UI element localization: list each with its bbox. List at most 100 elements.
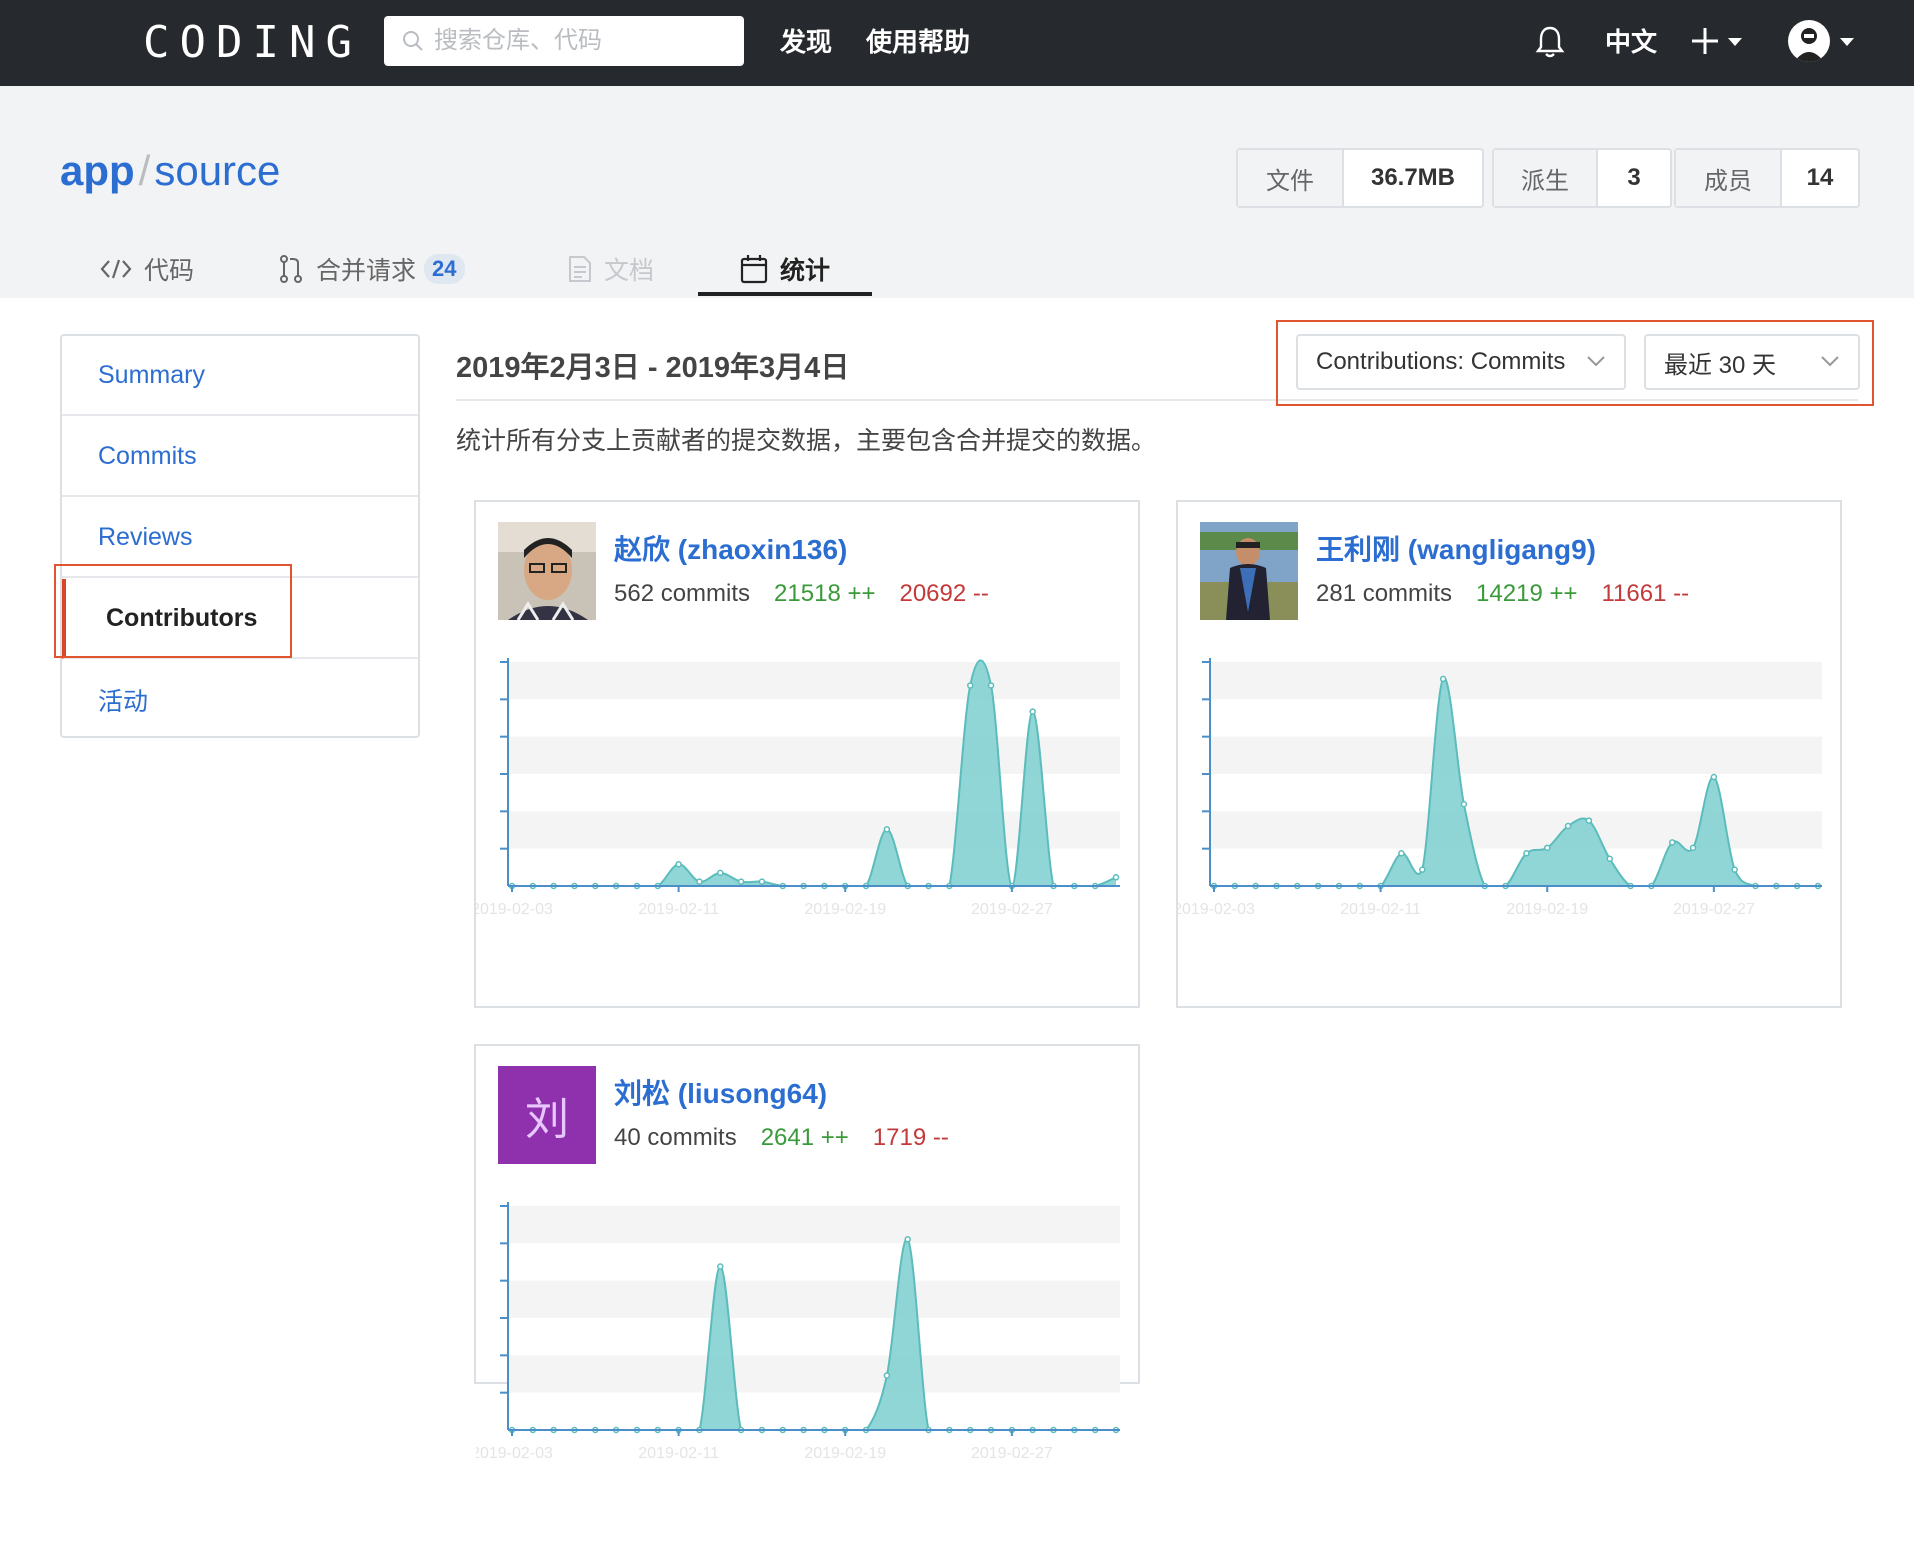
contributor-name[interactable]: 赵欣 (zhaoxin136): [614, 532, 847, 568]
tab-code[interactable]: 代码: [100, 244, 194, 294]
grid-band: [508, 1280, 1120, 1318]
data-point: [1564, 822, 1572, 830]
contributor-name[interactable]: 王利刚 (wangligang9): [1316, 532, 1596, 568]
code-icon: [100, 258, 132, 280]
highlight-box: [54, 564, 292, 658]
commit-count: 562 commits: [614, 580, 751, 607]
stat-members[interactable]: 成员 14: [1674, 148, 1860, 208]
language-switch[interactable]: 中文: [1605, 24, 1657, 60]
commit-count: 40 commits: [614, 1124, 737, 1151]
tab-merge-requests[interactable]: 合并请求 24: [278, 244, 465, 294]
data-point: [1029, 708, 1036, 715]
search-icon: [403, 31, 423, 51]
grid-band: [508, 1243, 1120, 1281]
data-point: [987, 682, 995, 689]
stat-label: 文件: [1238, 150, 1344, 206]
x-tick-label: 2019-02-27: [971, 1445, 1053, 1462]
data-point: [717, 869, 724, 877]
data-point: [737, 878, 745, 885]
contributor-avatar[interactable]: 刘: [498, 1066, 596, 1164]
nav-discover[interactable]: 发现: [780, 24, 832, 60]
x-tick-label: 2019-02-27: [971, 901, 1053, 918]
data-point: [1543, 844, 1551, 852]
x-tick-label: 2019-02-19: [1506, 901, 1588, 918]
data-point: [1419, 866, 1426, 873]
data-point: [1398, 850, 1405, 857]
data-point: [1585, 817, 1593, 824]
search-box[interactable]: [384, 16, 744, 66]
x-tick-label: 2019-02-11: [1340, 901, 1421, 918]
nav-help[interactable]: 使用帮助: [866, 24, 970, 60]
bell-icon[interactable]: [1534, 24, 1566, 60]
data-point: [1523, 850, 1530, 857]
deletions-count: 1719 --: [872, 1124, 949, 1151]
stats-description: 统计所有分支上贡献者的提交数据，主要包含合并提交的数据。: [456, 427, 1157, 455]
sidebar-item-summary[interactable]: Summary: [62, 336, 418, 416]
contributor-card: 刘 刘松 (liusong64) 40 commits 2641 ++ 1719 -…: [474, 1044, 1140, 1462]
grid-band: [1210, 736, 1822, 774]
data-point: [1668, 839, 1676, 846]
repo-separator: /: [138, 147, 151, 194]
data-point: [717, 1263, 724, 1270]
contribution-chart: 2019-02-03 2019-02-11 2019-02-19 2019-02-27: [476, 1202, 1120, 1462]
grid-band: [508, 1318, 1120, 1356]
data-point: [883, 1372, 891, 1379]
x-tick-label: 2019-02-27: [1673, 901, 1755, 918]
x-tick-label: 2019-02-03: [1178, 901, 1255, 918]
contributor-stats: 281 commits 14219 ++ 11661 --: [1316, 578, 1689, 610]
grid-band: [1210, 699, 1822, 737]
data-point: [696, 878, 703, 885]
chevron-down-icon[interactable]: [1840, 38, 1854, 46]
data-point: [1731, 866, 1738, 873]
data-point: [675, 860, 682, 868]
plus-icon: [1692, 28, 1718, 54]
stats-sidebar: Summary Commits Reviews Contributors 活动: [60, 334, 420, 738]
stat-forks[interactable]: 派生 3: [1492, 148, 1672, 208]
contribution-chart: 2019-02-03 2019-02-11 2019-02-19 2019-02-27: [1178, 658, 1822, 918]
repo-name[interactable]: source: [154, 147, 280, 194]
stat-value: 3: [1627, 164, 1641, 191]
grid-band: [508, 662, 1120, 700]
contributor-name[interactable]: 刘松 (liusong64): [614, 1076, 827, 1112]
contributor-card: 赵欣 (zhaoxin136) 562 commits 21518 ++ 20692…: [474, 500, 1140, 1008]
sidebar-item-activity[interactable]: 活动: [62, 660, 418, 740]
repo-owner[interactable]: app: [60, 147, 135, 194]
stat-files[interactable]: 文件 36.7MB: [1236, 148, 1484, 208]
x-tick-label: 2019-02-03: [476, 901, 553, 918]
data-point: [1710, 773, 1718, 781]
data-point: [883, 826, 891, 833]
coding-logo[interactable]: CODING: [143, 18, 362, 68]
data-point: [1460, 801, 1468, 808]
tab-stats[interactable]: 统计: [740, 244, 830, 294]
sidebar-item-commits[interactable]: Commits: [62, 417, 418, 497]
contributor-stats: 562 commits 21518 ++ 20692 --: [614, 578, 989, 610]
tab-label: 合并请求: [316, 257, 417, 285]
grid-band: [1210, 774, 1822, 812]
avatar[interactable]: [1788, 20, 1830, 62]
tab-label: 代码: [144, 257, 195, 285]
contributor-avatar[interactable]: [498, 522, 596, 620]
search-input[interactable]: [434, 27, 724, 55]
additions-count: 2641 ++: [760, 1124, 849, 1151]
stat-label: 派生: [1494, 150, 1598, 206]
data-point: [1606, 855, 1613, 862]
deletions-count: 11661 --: [1601, 580, 1690, 607]
highlight-box: [1276, 320, 1874, 406]
x-tick-label: 2019-02-19: [804, 1445, 886, 1462]
grid-band: [508, 1206, 1120, 1244]
contributor-avatar[interactable]: [1200, 522, 1298, 620]
grid-band: [1210, 811, 1822, 849]
active-tab-indicator: [698, 292, 872, 296]
merge-request-icon: [278, 254, 304, 284]
data-point: [1689, 844, 1697, 852]
contribution-chart: 2019-02-03 2019-02-11 2019-02-19 2019-02-27: [476, 658, 1120, 918]
data-point: [758, 878, 766, 885]
grid-band: [508, 1355, 1120, 1393]
letter-avatar: 刘: [498, 1066, 596, 1164]
contributor-card: 王利刚 (wangligang9) 281 commits 14219 ++ 116…: [1176, 500, 1842, 1008]
data-point: [1112, 874, 1120, 881]
create-menu[interactable]: [1688, 22, 1744, 62]
data-point: [1439, 675, 1447, 683]
data-point: [966, 682, 974, 689]
tab-docs[interactable]: 文档: [568, 244, 654, 294]
